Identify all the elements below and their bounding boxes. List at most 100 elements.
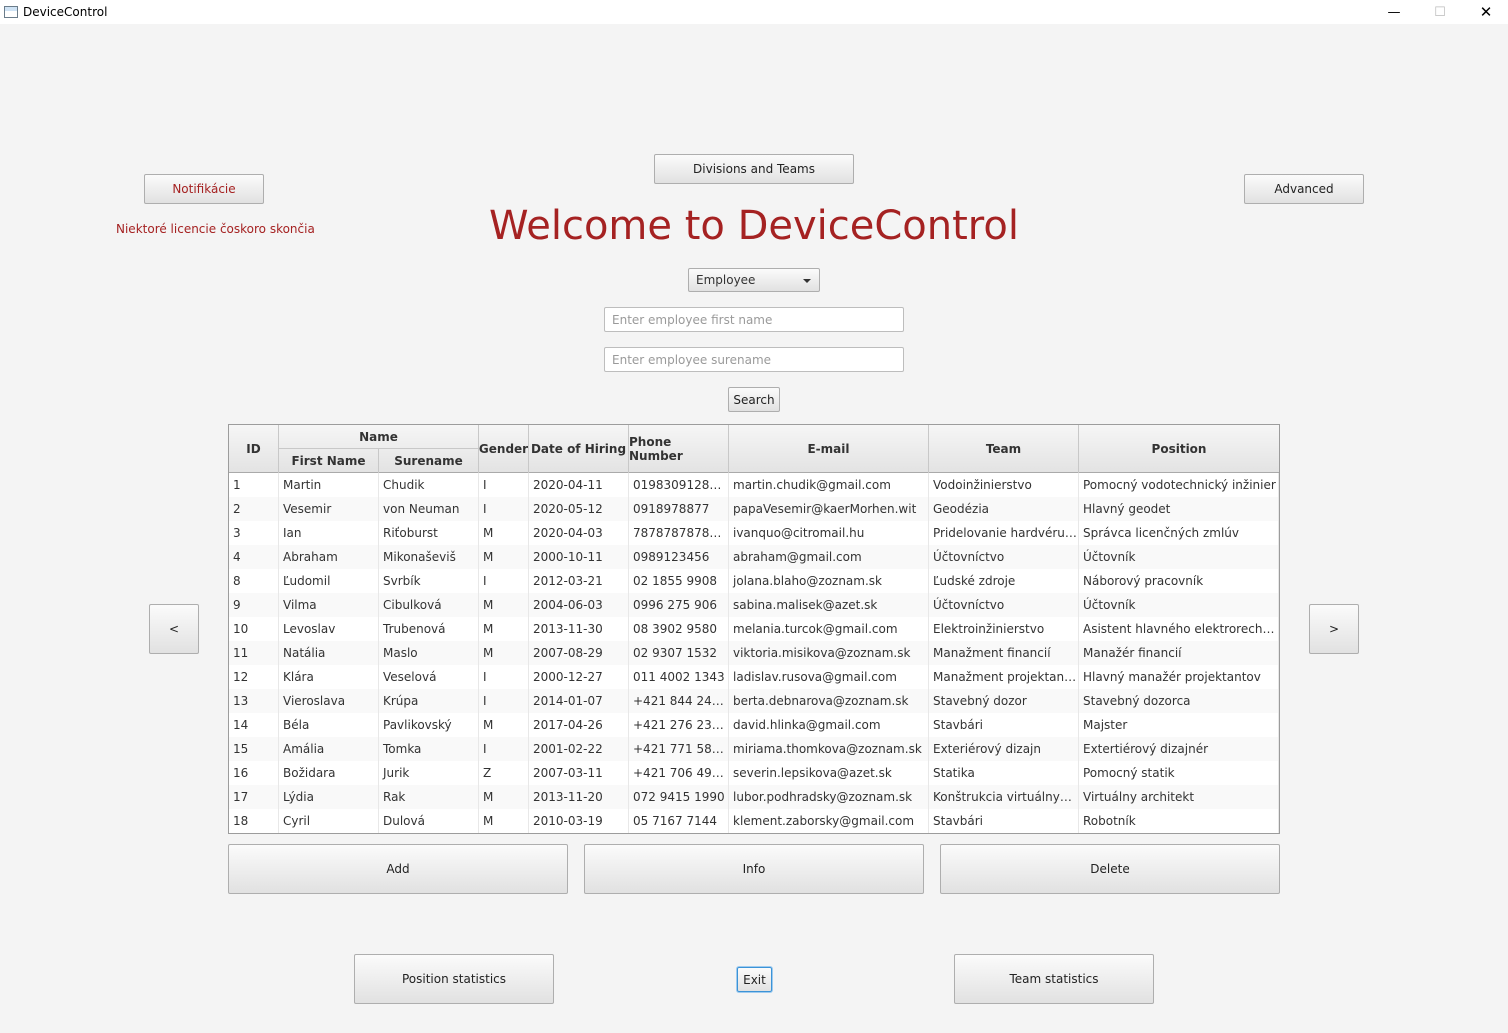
maximize-icon[interactable]: ☐ bbox=[1417, 0, 1463, 24]
table-row[interactable]: 9 Vilma Cibulková M 2004-06-03 0996 275 906 sa… bbox=[229, 593, 1279, 617]
cell-date: 2017-04-26 bbox=[529, 713, 629, 737]
page-title: Welcome to DeviceControl bbox=[489, 203, 1019, 249]
cell-surname: Rak bbox=[379, 785, 479, 809]
cell-date: 2010-03-19 bbox=[529, 809, 629, 833]
cell-email: klement.zaborsky@gmail.com bbox=[729, 809, 929, 833]
cell-team: Manažment projektantov bbox=[929, 665, 1079, 689]
cell-first-name: Klára bbox=[279, 665, 379, 689]
cell-first-name: Vesemir bbox=[279, 497, 379, 521]
position-statistics-button[interactable]: Position statistics bbox=[354, 954, 554, 1004]
cell-date: 2007-03-11 bbox=[529, 761, 629, 785]
exit-button[interactable]: Exit bbox=[737, 967, 772, 992]
cell-first-name: Béla bbox=[279, 713, 379, 737]
cell-id: 1 bbox=[229, 473, 279, 497]
table-row[interactable]: 10 Levoslav Trubenová M 2013-11-30 08 3902 95… bbox=[229, 617, 1279, 641]
cell-surname: Veselová bbox=[379, 665, 479, 689]
cell-position: Pomocný vodotechnický inžinier bbox=[1079, 473, 1279, 497]
search-type-select[interactable]: Employee bbox=[688, 268, 820, 292]
cell-gender: I bbox=[479, 689, 529, 713]
cell-email: martin.chudik@gmail.com bbox=[729, 473, 929, 497]
window-title: DeviceControl bbox=[23, 5, 108, 19]
table-row[interactable]: 3 Ian Riťoburst M 2020-04-03 7878787878787 iva… bbox=[229, 521, 1279, 545]
cell-gender: M bbox=[479, 641, 529, 665]
search-button[interactable]: Search bbox=[728, 387, 780, 412]
cell-position: Robotník bbox=[1079, 809, 1279, 833]
col-header-phone[interactable]: Phone Number bbox=[629, 425, 729, 473]
table-row[interactable]: 12 Klára Veselová I 2000-12-27 011 4002 1343 l… bbox=[229, 665, 1279, 689]
cell-surname: Svrbík bbox=[379, 569, 479, 593]
previous-page-button[interactable]: < bbox=[149, 604, 199, 654]
cell-id: 15 bbox=[229, 737, 279, 761]
cell-position: Manažér financií bbox=[1079, 641, 1279, 665]
col-header-team[interactable]: Team bbox=[929, 425, 1079, 473]
table-row[interactable]: 11 Natália Maslo M 2007-08-29 02 9307 1532 vik… bbox=[229, 641, 1279, 665]
table-row[interactable]: 14 Béla Pavlikovský M 2017-04-26 +421 276 230… bbox=[229, 713, 1279, 737]
app-icon bbox=[4, 6, 18, 18]
cell-gender: I bbox=[479, 737, 529, 761]
cell-date: 2000-12-27 bbox=[529, 665, 629, 689]
table-row[interactable]: 17 Lýdia Rak M 2013-11-20 072 9415 1990 lubor.… bbox=[229, 785, 1279, 809]
cell-phone: +421 276 230 5... bbox=[629, 713, 729, 737]
advanced-button[interactable]: Advanced bbox=[1244, 174, 1364, 204]
table-row[interactable]: 8 Ľudomil Svrbík I 2012-03-21 02 1855 9908 jol… bbox=[229, 569, 1279, 593]
table-row[interactable]: 1MartinChudikI2020-04-1101983091284098ma… bbox=[229, 473, 1279, 497]
col-header-date[interactable]: Date of Hiring bbox=[529, 425, 629, 473]
cell-gender: I bbox=[479, 497, 529, 521]
cell-first-name: Vieroslava bbox=[279, 689, 379, 713]
cell-surname: Tomka bbox=[379, 737, 479, 761]
cell-id: 14 bbox=[229, 713, 279, 737]
cell-team: Vodoinžinierstvo bbox=[929, 473, 1079, 497]
cell-phone: 0918978877 bbox=[629, 497, 729, 521]
minimize-icon[interactable]: — bbox=[1371, 0, 1417, 24]
surname-input[interactable] bbox=[604, 347, 904, 372]
chevron-down-icon bbox=[803, 279, 811, 283]
table-body: 1MartinChudikI2020-04-1101983091284098ma… bbox=[229, 473, 1279, 833]
table-row[interactable]: 2 Vesemir von Neuman I 2020-05-12 0918978877 p… bbox=[229, 497, 1279, 521]
col-header-position[interactable]: Position bbox=[1079, 425, 1279, 473]
next-page-button[interactable]: > bbox=[1309, 604, 1359, 654]
table-row[interactable]: 13 Vieroslava Krúpa I 2014-01-07 +421 844 241… bbox=[229, 689, 1279, 713]
notifications-button[interactable]: Notifikácie bbox=[144, 174, 264, 204]
cell-team: Pridelovanie hardvéru a s... bbox=[929, 521, 1079, 545]
cell-gender: I bbox=[479, 569, 529, 593]
cell-gender: M bbox=[479, 545, 529, 569]
cell-position: Stavebný dozorca bbox=[1079, 689, 1279, 713]
team-statistics-button[interactable]: Team statistics bbox=[954, 954, 1154, 1004]
cell-email: ivanquo@citromail.hu bbox=[729, 521, 929, 545]
cell-position: Majster bbox=[1079, 713, 1279, 737]
cell-email: ladislav.rusova@gmail.com bbox=[729, 665, 929, 689]
col-header-first-name[interactable]: First Name bbox=[279, 449, 379, 473]
cell-id: 10 bbox=[229, 617, 279, 641]
divisions-and-teams-button[interactable]: Divisions and Teams bbox=[654, 154, 854, 184]
cell-position: Účtovník bbox=[1079, 545, 1279, 569]
add-button[interactable]: Add bbox=[228, 844, 568, 894]
cell-first-name: Cyril bbox=[279, 809, 379, 833]
cell-surname: von Neuman bbox=[379, 497, 479, 521]
cell-team: Stavbári bbox=[929, 713, 1079, 737]
cell-team: Manažment financií bbox=[929, 641, 1079, 665]
cell-email: miriama.thomkova@zoznam.sk bbox=[729, 737, 929, 761]
cell-id: 12 bbox=[229, 665, 279, 689]
first-name-input[interactable] bbox=[604, 307, 904, 332]
col-header-surname[interactable]: Surename bbox=[379, 449, 479, 473]
cell-date: 2000-10-11 bbox=[529, 545, 629, 569]
table-row[interactable]: 15AmáliaTomkaI2001-02-22+421 771 588 7..… bbox=[229, 737, 1279, 761]
table-row[interactable]: 16BožidaraJurikZ2007-03-11+421 706 498 5… bbox=[229, 761, 1279, 785]
col-header-id[interactable]: ID bbox=[229, 425, 279, 473]
table-row[interactable]: 18 Cyril Dulová M 2010-03-19 05 7167 7144 klem… bbox=[229, 809, 1279, 833]
cell-position: Virtuálny architekt bbox=[1079, 785, 1279, 809]
col-header-email[interactable]: E-mail bbox=[729, 425, 929, 473]
delete-button[interactable]: Delete bbox=[940, 844, 1280, 894]
cell-date: 2007-08-29 bbox=[529, 641, 629, 665]
info-button[interactable]: Info bbox=[584, 844, 924, 894]
cell-first-name: Martin bbox=[279, 473, 379, 497]
cell-phone: +421 771 588 7... bbox=[629, 737, 729, 761]
close-icon[interactable]: ✕ bbox=[1463, 0, 1508, 24]
cell-id: 18 bbox=[229, 809, 279, 833]
employee-table: ID Name First Name Surename Gender Date … bbox=[228, 424, 1280, 834]
col-header-gender[interactable]: Gender bbox=[479, 425, 529, 473]
table-row[interactable]: 4 Abraham Mikonaševiš M 2000-10-11 0989123456… bbox=[229, 545, 1279, 569]
cell-position: Účtovník bbox=[1079, 593, 1279, 617]
cell-phone: 7878787878787 bbox=[629, 521, 729, 545]
cell-gender: I bbox=[479, 665, 529, 689]
